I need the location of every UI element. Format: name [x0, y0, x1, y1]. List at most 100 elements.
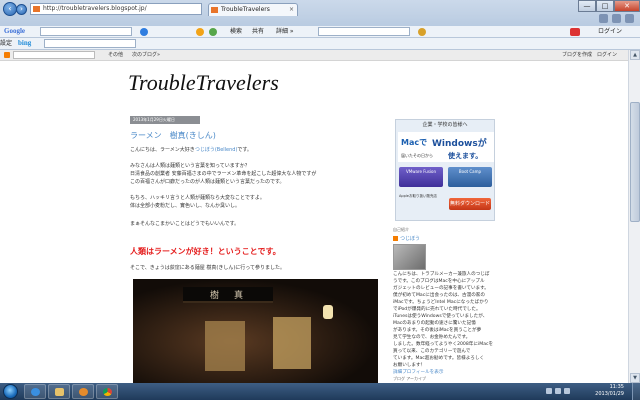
ad-download-button[interactable]: 無料ダウンロード — [449, 198, 491, 210]
blog-title[interactable]: TroubleTravelers — [128, 70, 279, 96]
ad-subline-band: 届いたその日から 使えます。 — [398, 150, 494, 162]
next-blog-link[interactable]: 次のブログ» — [132, 51, 160, 60]
ramen-shop-photo[interactable]: 樹 真 — [133, 279, 378, 383]
about-header: 自己紹介 — [393, 227, 409, 232]
maximize-button[interactable]: □ — [596, 0, 614, 12]
taskbar: 11:35 2013/01/29 — [0, 383, 640, 400]
minimize-button[interactable]: — — [578, 0, 596, 12]
sidebar-ad-banner[interactable]: 企業・学校の皆様へ Macで Windowsが 届いたその日から 使えます。 V… — [395, 119, 495, 221]
show-desktop-button[interactable] — [632, 383, 640, 400]
scroll-thumb[interactable] — [630, 102, 640, 222]
ad-big-text: 使えます。 — [448, 152, 483, 160]
navbar-more-link[interactable]: その他 — [108, 51, 123, 60]
google-search-input[interactable] — [40, 27, 132, 36]
blogger-navbar: その他 次のブログ» ブログを作成 ログイン — [0, 50, 628, 61]
post-paragraph: 日清食品の創業者 安藤百福さまの中でラーメン革命を起こした超偉大な人物ですが — [130, 171, 317, 177]
shop-window — [273, 317, 311, 369]
archive-header: ブログ アーカイブ — [393, 376, 427, 381]
profile-detail-link[interactable]: 詳細プロフィールを表示 — [393, 369, 443, 376]
ad-product-fusion: VMware Fusion — [399, 167, 443, 187]
back-button[interactable]: ‹ — [3, 2, 17, 16]
author-link[interactable]: つじぼう(Bellend) — [195, 147, 238, 153]
post-paragraph: そこで、きょうは荻窪にある麺屋 樹真(きしん)に行って参りました。 — [130, 265, 286, 271]
profile-text: うです。このブログはMacを中心にアップル — [393, 279, 485, 284]
gear-icon[interactable] — [625, 14, 634, 23]
blogger-logo-icon[interactable] — [4, 52, 10, 58]
bookmark-icon[interactable] — [418, 28, 426, 36]
profile-name-link[interactable]: つじぼう — [393, 235, 420, 242]
shop-lamp — [323, 305, 333, 319]
address-text: http://troubletravelers.blogspot.jp/ — [43, 5, 147, 12]
chrome-icon — [103, 388, 112, 396]
post-intro: こんにちは、ラーメン大好きつじぼう(Bellend)です。 — [130, 146, 252, 154]
post-paragraph: 体は全部小麦粉だし、實色いし、なんか臭いし。 — [130, 203, 241, 209]
settings-link[interactable]: 設定 — [0, 40, 12, 47]
weather-icon[interactable] — [196, 28, 204, 36]
profile-text: でiPodが爆発的に売れていた時代でした。 — [393, 307, 481, 312]
tab-title: TroubleTravelers — [221, 6, 270, 13]
ad-product-bootcamp: Boot Camp — [448, 167, 492, 187]
ad-mac-text: Macで — [401, 138, 428, 147]
tray-volume-icon[interactable] — [564, 388, 570, 394]
start-button[interactable] — [3, 384, 18, 399]
close-tab-icon[interactable]: × — [289, 4, 294, 16]
scroll-up-icon[interactable]: ▲ — [630, 50, 640, 60]
profile-text: しました。数年経ってようやく2008年にiMacを — [393, 342, 494, 347]
profile-text: ています。Mac超お勧めです。皆様よろしく — [393, 356, 485, 361]
favorites-star-icon[interactable] — [612, 14, 621, 23]
profile-text: Macのあまりの起動の速さに驚いた記憶 — [393, 321, 476, 326]
clock-date: 2013/01/29 — [595, 391, 624, 397]
profile-text: ガジェットのレビューの記事を書いています。 — [393, 286, 489, 291]
browser-window: ‹ › http://troubletravelers.blogspot.jp/… — [0, 0, 640, 383]
tray-network-icon[interactable] — [555, 388, 561, 394]
browser-tab[interactable]: TroubleTravelers × — [208, 3, 298, 16]
google-search-button[interactable]: 検索 — [230, 27, 242, 36]
profile-text: 買って以来、このカテゴリーで遊んで — [393, 349, 471, 354]
secondary-search-input[interactable] — [318, 27, 410, 36]
blog-search-input[interactable] — [13, 51, 95, 59]
profile-name: つじぼう — [400, 236, 421, 242]
close-button[interactable]: ✕ — [614, 0, 640, 12]
system-tray: 11:35 2013/01/29 — [544, 383, 624, 400]
bing-toolbar: bing 設定 — [0, 38, 640, 50]
clock-time: 11:35 — [609, 384, 624, 390]
taskbar-explorer-button[interactable] — [48, 384, 70, 399]
google-logo: Google — [4, 27, 25, 35]
create-blog-login-links[interactable]: ブログを作成 ログイン — [562, 51, 617, 60]
post-paragraph: この百福さんが口癖だったのが人類は麺類という言葉だったのです。 — [130, 179, 285, 185]
forward-button[interactable]: › — [16, 4, 27, 15]
internet-explorer-icon — [31, 388, 40, 396]
home-icon[interactable] — [599, 14, 608, 23]
page-content: その他 次のブログ» ブログを作成 ログイン TroubleTravelers … — [0, 50, 628, 383]
media-player-icon — [79, 388, 88, 396]
folder-icon — [55, 388, 64, 396]
taskbar-media-button[interactable] — [72, 384, 94, 399]
taskbar-chrome-button[interactable] — [96, 384, 118, 399]
gmail-icon[interactable] — [570, 28, 580, 36]
taskbar-ie-button[interactable] — [24, 384, 46, 399]
clock[interactable]: 11:35 2013/01/29 — [595, 384, 624, 398]
scroll-down-icon[interactable]: ▼ — [630, 373, 640, 383]
address-bar[interactable]: http://troubletravelers.blogspot.jp/ — [30, 3, 202, 15]
profile-text: こんにちは、トラブルメーカー兼旅人のつじぼ — [393, 272, 490, 277]
ad-small-text: 届いたその日から — [401, 153, 433, 158]
post-paragraph: みなさんは人類は麺類という言葉を知っていますか？ — [130, 163, 250, 169]
post-date: 2013年1月29日火曜日 — [130, 116, 200, 124]
post-title[interactable]: ラーメン 樹真(きしん) — [130, 130, 216, 141]
profile-text: があります。その後はiMacを買うことが夢 — [393, 328, 482, 333]
profile-text: iMacです。ちょうどIntel Macになったばかり — [393, 300, 489, 305]
google-share-button[interactable]: 共有 — [252, 27, 264, 36]
google-more-button[interactable]: 詳細 » — [276, 27, 294, 36]
bing-search-input[interactable] — [44, 39, 136, 48]
blogger-favicon-icon — [33, 6, 40, 12]
search-icon[interactable] — [140, 28, 148, 36]
calendar-icon[interactable] — [209, 28, 217, 36]
profile-text: 見て学生なので、お金貯めたんです。 — [393, 335, 471, 340]
avatar[interactable] — [393, 244, 426, 270]
tray-flag-icon[interactable] — [546, 388, 552, 394]
intro-suffix: です。 — [237, 147, 252, 153]
intro-prefix: こんにちは、ラーメン大好き — [130, 147, 195, 153]
google-login-link[interactable]: ログイン — [598, 27, 622, 36]
vertical-scrollbar[interactable]: ▲ ▼ — [628, 50, 640, 383]
ad-note: Appleお取り扱い販売店 — [399, 194, 437, 198]
